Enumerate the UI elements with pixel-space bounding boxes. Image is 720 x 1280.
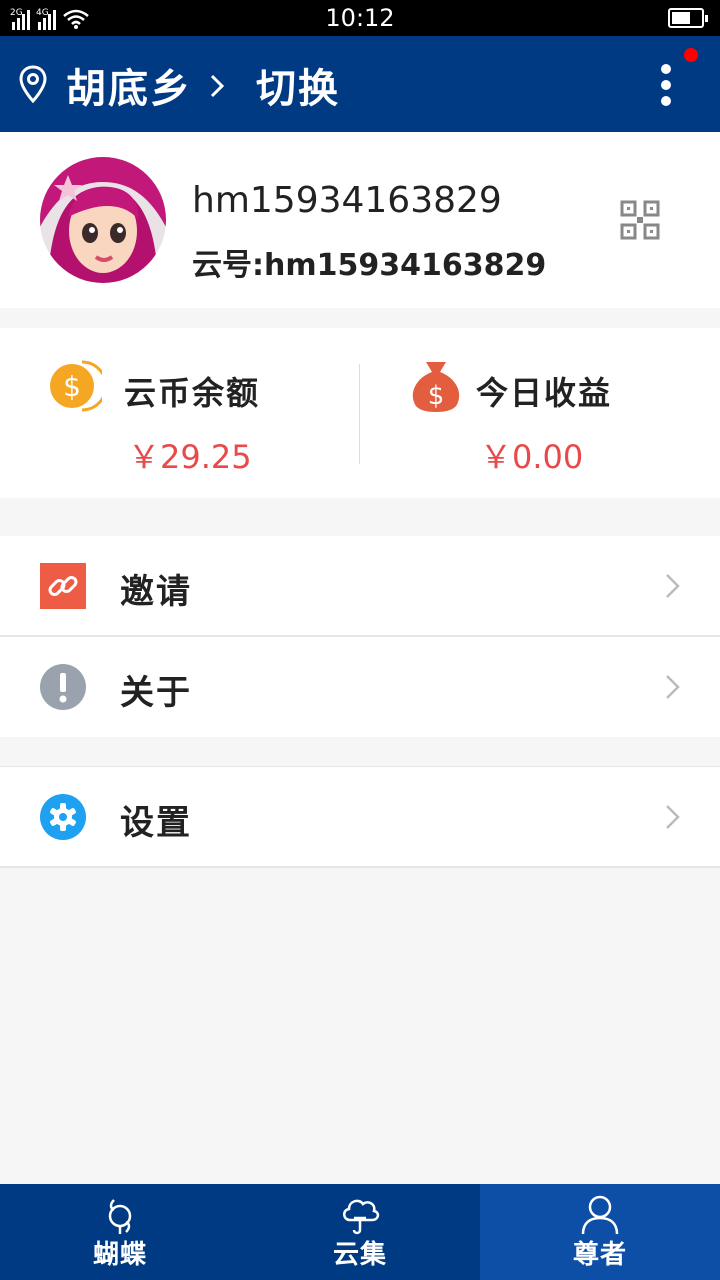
tab-profile[interactable]: 尊者 (480, 1184, 720, 1280)
avatar[interactable] (40, 157, 166, 283)
menu-label-settings: 设置 (120, 803, 192, 843)
tab-label: 尊者 (572, 1240, 627, 1270)
tab-butterfly[interactable]: 蝴蝶 (0, 1184, 240, 1280)
coin-balance-amount: ￥29.25 (128, 438, 252, 476)
tab-label: 蝴蝶 (92, 1240, 147, 1270)
status-time: 10:12 (325, 4, 395, 32)
chevron-right-icon (666, 675, 680, 699)
chevron-right-icon (666, 574, 680, 598)
gear-icon (40, 794, 86, 840)
username: hm15934163829 (192, 180, 502, 221)
cloud-id: 云号:hm15934163829 (192, 248, 547, 283)
coin-balance-label: 云币余额 (124, 374, 261, 412)
menu-item-settings[interactable]: 设置 (0, 767, 720, 867)
tab-cloud[interactable]: 云集 (240, 1184, 480, 1280)
info-exclamation-icon (40, 664, 86, 710)
menu-item-invite[interactable]: 邀请 (0, 536, 720, 636)
bottom-tab-bar: 蝴蝶 云集 尊者 (0, 1184, 720, 1280)
tab-label: 云集 (332, 1240, 387, 1270)
top-header: 胡底乡 切换 (0, 36, 720, 132)
svg-text:$: $ (63, 370, 81, 403)
balances-card: $ 云币余额 ￥29.25 $ 今日收益 ￥0.00 (0, 328, 720, 498)
chevron-right-icon[interactable] (206, 72, 228, 100)
link-icon (40, 563, 86, 609)
more-menu-icon[interactable] (652, 60, 680, 110)
menu-label-invite: 邀请 (120, 572, 192, 612)
battery-icon (668, 8, 708, 28)
butterfly-icon (108, 1199, 132, 1234)
cloud-icon (343, 1199, 380, 1235)
menu-item-about[interactable]: 关于 (0, 637, 720, 737)
profile-card[interactable]: hm15934163829 云号:hm15934163829 (0, 132, 720, 308)
today-earnings-amount: ￥0.00 (480, 438, 584, 476)
notification-dot (684, 48, 698, 62)
divider (0, 866, 720, 868)
location-pin-icon[interactable] (18, 64, 48, 104)
svg-text:$: $ (428, 381, 445, 411)
today-earnings[interactable]: $ 今日收益 ￥0.00 (360, 328, 720, 498)
coin-balance[interactable]: $ 云币余额 ￥29.25 (0, 328, 360, 498)
user-icon (581, 1195, 619, 1235)
qr-code-icon[interactable] (620, 200, 660, 240)
current-town[interactable]: 胡底乡 (66, 56, 192, 114)
chevron-right-icon (666, 805, 680, 829)
today-earnings-label: 今日收益 (476, 374, 613, 412)
money-bag-icon: $ (412, 362, 460, 412)
coin-icon: $ (50, 360, 102, 412)
switch-town-button[interactable]: 切换 (256, 56, 340, 114)
status-bar: 2G 4G 10:12 (0, 0, 720, 36)
menu-label-about: 关于 (120, 673, 192, 713)
